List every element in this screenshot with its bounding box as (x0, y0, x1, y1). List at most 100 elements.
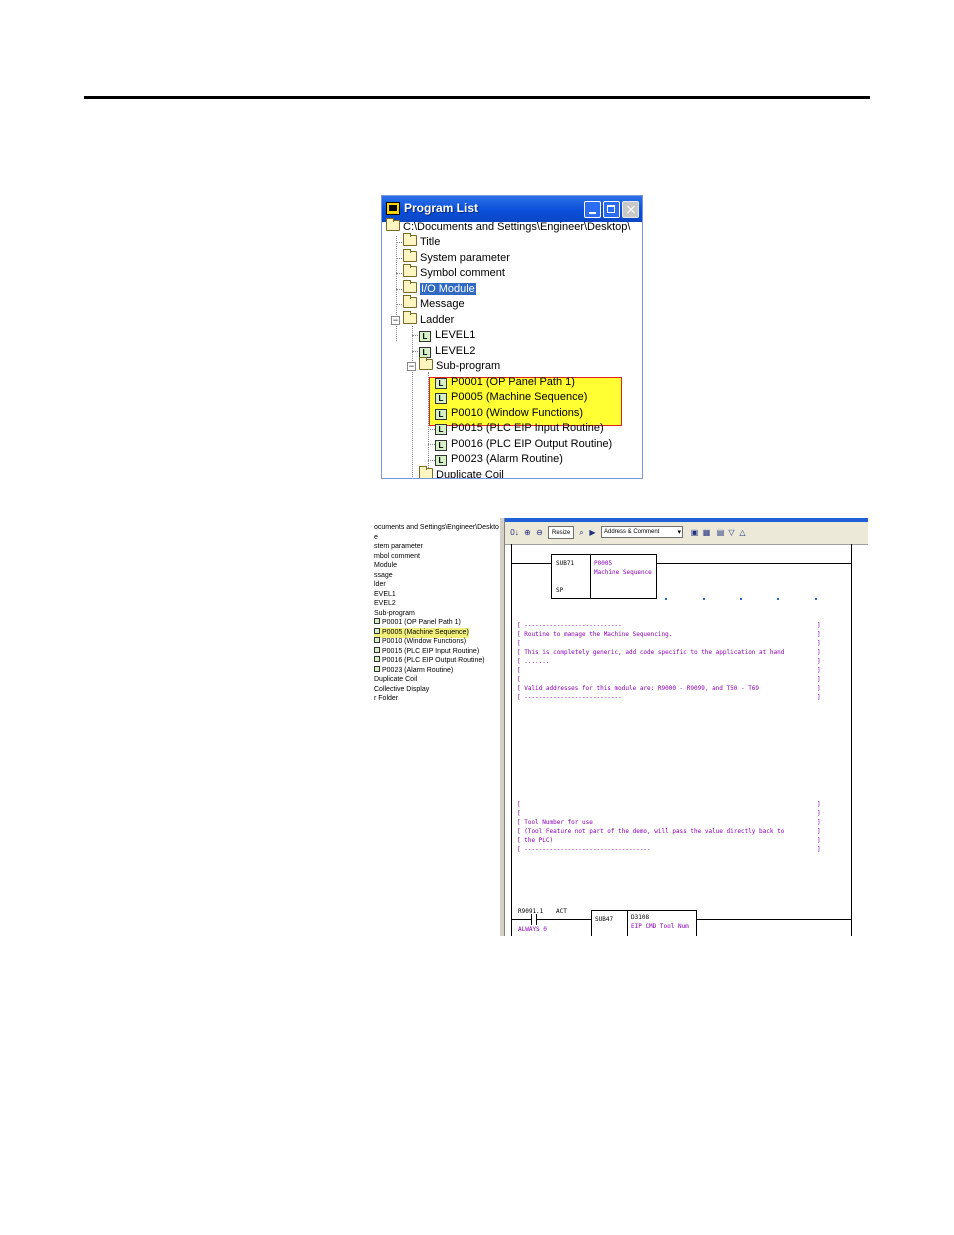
minimize-button[interactable] (584, 201, 601, 218)
comment-line: [ ----------------------------------- (517, 846, 651, 853)
folder-icon (403, 264, 417, 277)
contact-comment: ALWAYS 0 (518, 926, 547, 933)
folder-icon (419, 357, 433, 370)
comment-bracket: ] (817, 801, 821, 808)
program-list-window: Program List C:\Documents and Settings\E… (381, 195, 643, 479)
app-icon (386, 202, 400, 215)
ladder-icon: L (419, 331, 431, 342)
tree-label: Title (420, 236, 441, 248)
collapse-icon[interactable]: − (391, 316, 400, 325)
tree-item-duplicate-coil[interactable]: Duplicate Coil (419, 466, 504, 479)
tree-label: P0015 (PLC EIP Input Routine) (382, 648, 480, 655)
tree-item-p0016[interactable]: L P0016 (PLC EIP Output Routine) (435, 437, 612, 452)
grid-dot (703, 598, 705, 600)
contact-act: ACT (556, 908, 567, 915)
ladder-editor-screenshot: ocuments and Settings\Engineer\Desktop\ … (374, 518, 868, 936)
sub47-block[interactable]: SUB47 D3108 EIP CMD Tool Num (591, 910, 697, 936)
comment-line: [ ....... (517, 658, 550, 665)
tree-item-message[interactable]: Message (403, 295, 465, 312)
resize-button[interactable]: Resize (548, 526, 575, 539)
search-icon[interactable]: ⌕ (576, 527, 587, 538)
tree-label: Symbol comment (420, 267, 505, 279)
rung-wire (511, 563, 551, 564)
comment-bracket: ] (817, 622, 821, 629)
ladder-icon (374, 618, 380, 624)
maximize-button[interactable] (603, 201, 620, 218)
block-divider (590, 555, 591, 598)
window-icon[interactable]: ▣ (689, 527, 700, 538)
tree-item-p0016[interactable]: P0016 (PLC EIP Output Routine) (374, 656, 485, 666)
arrow-up-icon[interactable]: △ (737, 527, 748, 538)
block-sp: SP (556, 587, 564, 594)
ladder-toolbar: 0↓ ⊕ ⊖ Resize ⌕ ▶ Address & Comment ▣ ▦ … (505, 522, 868, 545)
tree-item[interactable]: ocuments and Settings\Engineer\Desktop\ (374, 523, 505, 533)
tree-label: P0010 (Window Functions) (382, 638, 467, 645)
grid-dot (777, 598, 779, 600)
monitor-icon[interactable]: ▤ (715, 527, 726, 538)
tree-item[interactable]: lder (374, 580, 386, 590)
ladder-icon (374, 637, 380, 643)
number-icon[interactable]: 0↓ (509, 527, 520, 538)
tree-label: LEVEL2 (435, 345, 476, 357)
tree-label: P0001 (OP Panel Path 1) (451, 376, 575, 388)
tree-item[interactable]: stem parameter (374, 542, 423, 552)
right-power-rail (851, 544, 852, 936)
arrow-down-icon[interactable]: ▽ (726, 527, 737, 538)
jump-icon[interactable]: ▶ (587, 527, 598, 538)
comment-bracket: ] (817, 846, 821, 853)
grid-dot (815, 598, 817, 600)
tree-item-level1[interactable]: L LEVEL1 (419, 328, 475, 343)
tree-guide (428, 429, 435, 430)
tree-item[interactable]: r Folder (374, 694, 398, 704)
tree-item[interactable]: Duplicate Coil (374, 675, 417, 685)
comment-line: [ Routine to manage the Machine Sequenci… (517, 631, 673, 638)
comment-line: [ Valid addresses for this module are: R… (517, 685, 760, 692)
tree-item-sub-program[interactable]: − Sub-program (407, 357, 501, 374)
ladder-icon (374, 647, 380, 653)
comment-line: [ (517, 676, 521, 683)
tree-label: P0016 (PLC EIP Output Routine) (382, 657, 485, 664)
tree-item-p0010[interactable]: L P0010 (Window Functions) (435, 406, 583, 421)
grid-dot (665, 598, 667, 600)
comment-bracket: ] (817, 810, 821, 817)
tree-item-p0023[interactable]: L P0023 (Alarm Routine) (435, 452, 563, 467)
tree-item-p0001[interactable]: L P0001 (OP Panel Path 1) (435, 375, 575, 390)
comment-line: [ This is completely generic, add code s… (517, 649, 785, 656)
tree-item-p0001[interactable]: P0001 (OP Panel Path 1) (374, 618, 461, 628)
tree-item-p0005[interactable]: L P0005 (Machine Sequence) (435, 390, 587, 405)
tree-label: Sub-program (436, 360, 501, 372)
block-address: P0005 (594, 560, 613, 567)
view-mode-select[interactable]: Address & Comment (601, 526, 683, 538)
ladder-icon (374, 628, 380, 634)
tree-item-symbol-comment[interactable]: Symbol comment (403, 264, 505, 281)
tree-item-p0015[interactable]: L P0015 (PLC EIP Input Routine) (435, 421, 604, 436)
ladder-view: 0↓ ⊕ ⊖ Resize ⌕ ▶ Address & Comment ▣ ▦ … (505, 518, 868, 936)
tree-item-p0010[interactable]: P0010 (Window Functions) (374, 637, 466, 647)
comment-bracket: ] (817, 694, 821, 701)
tree-root[interactable]: C:\Documents and Settings\Engineer\Deskt… (386, 218, 631, 235)
tree-guide (428, 460, 435, 461)
tree-label: C:\Documents and Settings\Engineer\Deskt… (403, 221, 631, 233)
block-description: Machine Sequence (594, 569, 652, 576)
tree-item-system-parameter[interactable]: System parameter (403, 249, 510, 266)
tree-item[interactable]: EVEL2 (374, 599, 396, 609)
zoom-out-icon[interactable]: ⊖ (534, 527, 545, 538)
tree-guide (412, 351, 418, 352)
tree-item-level2[interactable]: L LEVEL2 (419, 344, 475, 359)
tree-item-io-module[interactable]: I/O Module (403, 280, 476, 297)
tree-item[interactable]: Module (374, 561, 397, 571)
grid-icon[interactable]: ▦ (701, 527, 712, 538)
comment-bracket: ] (817, 837, 821, 844)
folder-icon (403, 249, 417, 262)
sub71-block[interactable]: SUB71 P0005 Machine Sequence SP (551, 554, 657, 599)
close-button[interactable] (622, 201, 639, 218)
tree-label: Duplicate Coil (436, 469, 504, 479)
rung-wire (511, 919, 531, 920)
zoom-in-icon[interactable]: ⊕ (522, 527, 533, 538)
block-divider (627, 911, 628, 936)
tree-item-title[interactable]: Title (403, 233, 441, 250)
collapse-icon[interactable]: − (407, 362, 416, 371)
comment-bracket: ] (817, 631, 821, 638)
tree-item-ladder[interactable]: − Ladder (391, 311, 454, 328)
window-titlebar[interactable]: Program List (382, 196, 642, 222)
